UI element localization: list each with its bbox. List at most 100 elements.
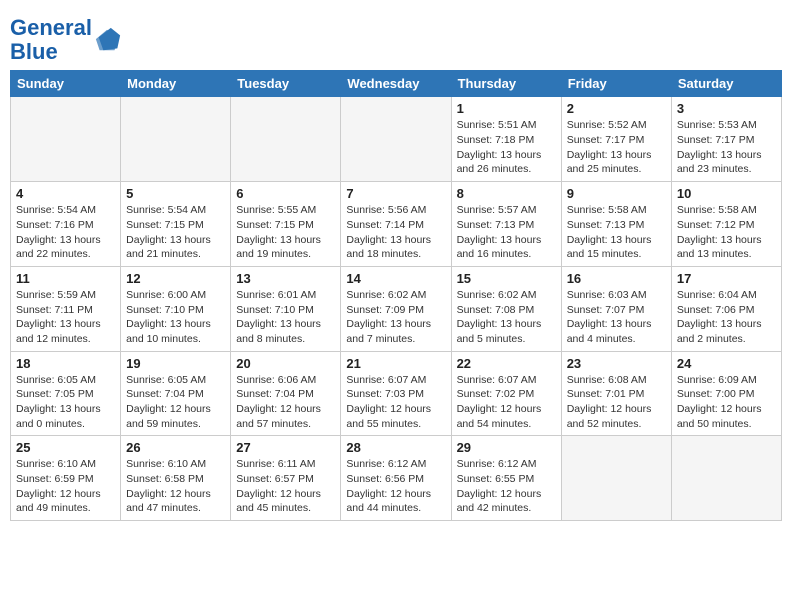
day-number: 21 [346, 356, 445, 371]
calendar-cell: 10 Sunrise: 5:58 AM Sunset: 7:12 PM Dayli… [671, 182, 781, 267]
day-number: 25 [16, 440, 115, 455]
day-number: 2 [567, 101, 666, 116]
calendar-cell: 17 Sunrise: 6:04 AM Sunset: 7:06 PM Dayli… [671, 266, 781, 351]
calendar-cell: 7 Sunrise: 5:56 AM Sunset: 7:14 PM Daylig… [341, 182, 451, 267]
day-info: Sunrise: 6:10 AM Sunset: 6:58 PM Dayligh… [126, 457, 225, 516]
day-info: Sunrise: 6:11 AM Sunset: 6:57 PM Dayligh… [236, 457, 335, 516]
day-number: 14 [346, 271, 445, 286]
day-number: 26 [126, 440, 225, 455]
calendar-cell: 9 Sunrise: 5:58 AM Sunset: 7:13 PM Daylig… [561, 182, 671, 267]
calendar-cell: 1 Sunrise: 5:51 AM Sunset: 7:18 PM Daylig… [451, 97, 561, 182]
calendar-cell: 16 Sunrise: 6:03 AM Sunset: 7:07 PM Dayli… [561, 266, 671, 351]
weekday-header-sunday: Sunday [11, 71, 121, 97]
day-number: 8 [457, 186, 556, 201]
calendar-cell: 2 Sunrise: 5:52 AM Sunset: 7:17 PM Daylig… [561, 97, 671, 182]
calendar-cell [671, 436, 781, 521]
day-number: 24 [677, 356, 776, 371]
day-info: Sunrise: 5:51 AM Sunset: 7:18 PM Dayligh… [457, 118, 556, 177]
weekday-header-monday: Monday [121, 71, 231, 97]
calendar: SundayMondayTuesdayWednesdayThursdayFrid… [10, 70, 782, 521]
weekday-header-row: SundayMondayTuesdayWednesdayThursdayFrid… [11, 71, 782, 97]
day-number: 13 [236, 271, 335, 286]
day-number: 10 [677, 186, 776, 201]
day-info: Sunrise: 5:54 AM Sunset: 7:15 PM Dayligh… [126, 203, 225, 262]
weekday-header-saturday: Saturday [671, 71, 781, 97]
weekday-header-friday: Friday [561, 71, 671, 97]
day-number: 17 [677, 271, 776, 286]
calendar-cell: 12 Sunrise: 6:00 AM Sunset: 7:10 PM Dayli… [121, 266, 231, 351]
calendar-cell: 23 Sunrise: 6:08 AM Sunset: 7:01 PM Dayli… [561, 351, 671, 436]
calendar-cell: 19 Sunrise: 6:05 AM Sunset: 7:04 PM Dayli… [121, 351, 231, 436]
calendar-cell: 6Sunrise: 5:55 AM Sunset: 7:15 PM Daylig… [231, 182, 341, 267]
day-info: Sunrise: 6:10 AM Sunset: 6:59 PM Dayligh… [16, 457, 115, 516]
day-info: Sunrise: 5:54 AM Sunset: 7:16 PM Dayligh… [16, 203, 115, 262]
day-number: 9 [567, 186, 666, 201]
weekday-header-thursday: Thursday [451, 71, 561, 97]
day-info: Sunrise: 5:58 AM Sunset: 7:13 PM Dayligh… [567, 203, 666, 262]
calendar-cell: 26 Sunrise: 6:10 AM Sunset: 6:58 PM Dayli… [121, 436, 231, 521]
calendar-cell: 25 Sunrise: 6:10 AM Sunset: 6:59 PM Dayli… [11, 436, 121, 521]
day-number: 6 [236, 186, 335, 201]
day-number: 3 [677, 101, 776, 116]
week-row-0: 1 Sunrise: 5:51 AM Sunset: 7:18 PM Daylig… [11, 97, 782, 182]
day-info: Sunrise: 6:05 AM Sunset: 7:05 PM Dayligh… [16, 373, 115, 432]
day-info: Sunrise: 6:09 AM Sunset: 7:00 PM Dayligh… [677, 373, 776, 432]
day-number: 27 [236, 440, 335, 455]
day-info: Sunrise: 5:56 AM Sunset: 7:14 PM Dayligh… [346, 203, 445, 262]
week-row-4: 25 Sunrise: 6:10 AM Sunset: 6:59 PM Dayli… [11, 436, 782, 521]
day-number: 28 [346, 440, 445, 455]
day-info: Sunrise: 6:02 AM Sunset: 7:09 PM Dayligh… [346, 288, 445, 347]
day-number: 11 [16, 271, 115, 286]
day-number: 16 [567, 271, 666, 286]
calendar-cell: 15 Sunrise: 6:02 AM Sunset: 7:08 PM Dayli… [451, 266, 561, 351]
calendar-cell [561, 436, 671, 521]
calendar-cell: 27 Sunrise: 6:11 AM Sunset: 6:57 PM Dayli… [231, 436, 341, 521]
day-info: Sunrise: 6:07 AM Sunset: 7:02 PM Dayligh… [457, 373, 556, 432]
day-info: Sunrise: 6:12 AM Sunset: 6:56 PM Dayligh… [346, 457, 445, 516]
calendar-cell: 13 Sunrise: 6:01 AM Sunset: 7:10 PM Dayli… [231, 266, 341, 351]
day-info: Sunrise: 6:00 AM Sunset: 7:10 PM Dayligh… [126, 288, 225, 347]
day-number: 29 [457, 440, 556, 455]
day-number: 12 [126, 271, 225, 286]
calendar-cell: 8 Sunrise: 5:57 AM Sunset: 7:13 PM Daylig… [451, 182, 561, 267]
calendar-cell: 4Sunrise: 5:54 AM Sunset: 7:16 PM Daylig… [11, 182, 121, 267]
day-info: Sunrise: 5:57 AM Sunset: 7:13 PM Dayligh… [457, 203, 556, 262]
day-info: Sunrise: 6:05 AM Sunset: 7:04 PM Dayligh… [126, 373, 225, 432]
day-info: Sunrise: 6:02 AM Sunset: 7:08 PM Dayligh… [457, 288, 556, 347]
calendar-cell: 22 Sunrise: 6:07 AM Sunset: 7:02 PM Dayli… [451, 351, 561, 436]
week-row-2: 11Sunrise: 5:59 AM Sunset: 7:11 PM Dayli… [11, 266, 782, 351]
day-info: Sunrise: 6:08 AM Sunset: 7:01 PM Dayligh… [567, 373, 666, 432]
day-number: 15 [457, 271, 556, 286]
day-info: Sunrise: 6:01 AM Sunset: 7:10 PM Dayligh… [236, 288, 335, 347]
day-number: 23 [567, 356, 666, 371]
logo: General Blue [10, 16, 122, 64]
logo-text: General Blue [10, 16, 92, 64]
calendar-cell: 14 Sunrise: 6:02 AM Sunset: 7:09 PM Dayli… [341, 266, 451, 351]
day-info: Sunrise: 5:58 AM Sunset: 7:12 PM Dayligh… [677, 203, 776, 262]
calendar-cell [121, 97, 231, 182]
day-number: 22 [457, 356, 556, 371]
calendar-cell: 20Sunrise: 6:06 AM Sunset: 7:04 PM Dayli… [231, 351, 341, 436]
day-info: Sunrise: 5:52 AM Sunset: 7:17 PM Dayligh… [567, 118, 666, 177]
calendar-cell [231, 97, 341, 182]
weekday-header-wednesday: Wednesday [341, 71, 451, 97]
day-info: Sunrise: 6:04 AM Sunset: 7:06 PM Dayligh… [677, 288, 776, 347]
day-number: 18 [16, 356, 115, 371]
calendar-cell [11, 97, 121, 182]
calendar-cell: 28 Sunrise: 6:12 AM Sunset: 6:56 PM Dayli… [341, 436, 451, 521]
day-info: Sunrise: 5:53 AM Sunset: 7:17 PM Dayligh… [677, 118, 776, 177]
day-info: Sunrise: 6:03 AM Sunset: 7:07 PM Dayligh… [567, 288, 666, 347]
weekday-header-tuesday: Tuesday [231, 71, 341, 97]
day-number: 20 [236, 356, 335, 371]
calendar-cell: 21Sunrise: 6:07 AM Sunset: 7:03 PM Dayli… [341, 351, 451, 436]
calendar-cell [341, 97, 451, 182]
day-number: 19 [126, 356, 225, 371]
day-number: 7 [346, 186, 445, 201]
calendar-cell: 3 Sunrise: 5:53 AM Sunset: 7:17 PM Daylig… [671, 97, 781, 182]
day-info: Sunrise: 6:12 AM Sunset: 6:55 PM Dayligh… [457, 457, 556, 516]
calendar-cell: 24 Sunrise: 6:09 AM Sunset: 7:00 PM Dayli… [671, 351, 781, 436]
header: General Blue [10, 10, 782, 64]
day-number: 1 [457, 101, 556, 116]
week-row-1: 4Sunrise: 5:54 AM Sunset: 7:16 PM Daylig… [11, 182, 782, 267]
week-row-3: 18 Sunrise: 6:05 AM Sunset: 7:05 PM Dayli… [11, 351, 782, 436]
